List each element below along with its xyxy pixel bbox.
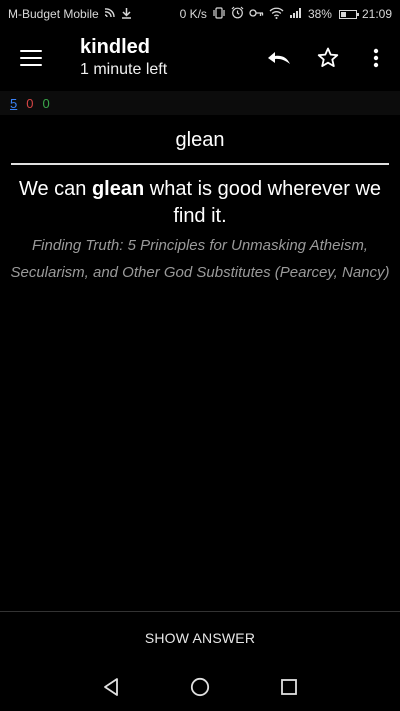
home-icon [190,677,210,697]
battery-level [340,11,346,17]
status-bar: M-Budget Mobile 0 K/s 38% 21:09 [0,0,400,28]
new-count: 5 [10,95,18,111]
home-button[interactable] [176,663,224,711]
overflow-menu-button[interactable] [352,34,400,82]
vibrate-icon [212,6,226,22]
cast-icon [104,7,116,21]
learning-count: 0 [26,95,34,111]
alarm-icon [231,6,244,22]
key-icon [249,8,264,21]
card-counts: 5 0 0 [0,91,400,115]
toolbar: kindled 1 minute left [0,28,400,88]
recents-button[interactable] [265,663,313,711]
time-left: 1 minute left [80,61,168,78]
show-answer-button[interactable]: SHOW ANSWER [0,611,400,663]
sentence-after: what is good wherever we find it. [144,178,382,227]
status-left: M-Budget Mobile [8,7,132,22]
battery-percent: 38% [307,7,332,21]
network-speed: 0 K/s [179,7,207,21]
clock: 21:09 [361,7,392,21]
status-right: 0 K/s 38% 21:09 [180,6,392,22]
review-count: 0 [42,95,50,111]
battery-icon [338,9,359,19]
card-question: glean [175,129,225,151]
navigation-bar [0,663,400,711]
deck-title: kindled [80,36,151,58]
carrier-name: M-Budget Mobile [8,7,99,21]
download-icon [121,7,132,22]
menu-button[interactable] [0,28,62,88]
back-icon [103,678,118,696]
star-button[interactable] [304,34,352,82]
recents-icon [281,679,298,695]
more-vert-icon [373,48,379,68]
sentence-keyword: glean [91,178,145,200]
screen: M-Budget Mobile 0 K/s 38% 21:09 kindled … [0,0,400,711]
signal-icon [289,7,303,21]
back-button[interactable] [87,663,135,711]
toolbar-titles: kindled 1 minute left [62,35,256,81]
menu-icon [20,50,42,66]
question-divider [11,163,389,165]
undo-icon [268,52,290,64]
sentence-before: We can [18,178,92,200]
star-icon [317,47,339,67]
wifi-icon [269,7,284,22]
source-citation: Finding Truth: 5 Principles for Unmaskin… [10,237,390,281]
example-sentence: We can glean what is good wherever we fi… [10,176,390,230]
undo-button[interactable] [256,34,304,82]
